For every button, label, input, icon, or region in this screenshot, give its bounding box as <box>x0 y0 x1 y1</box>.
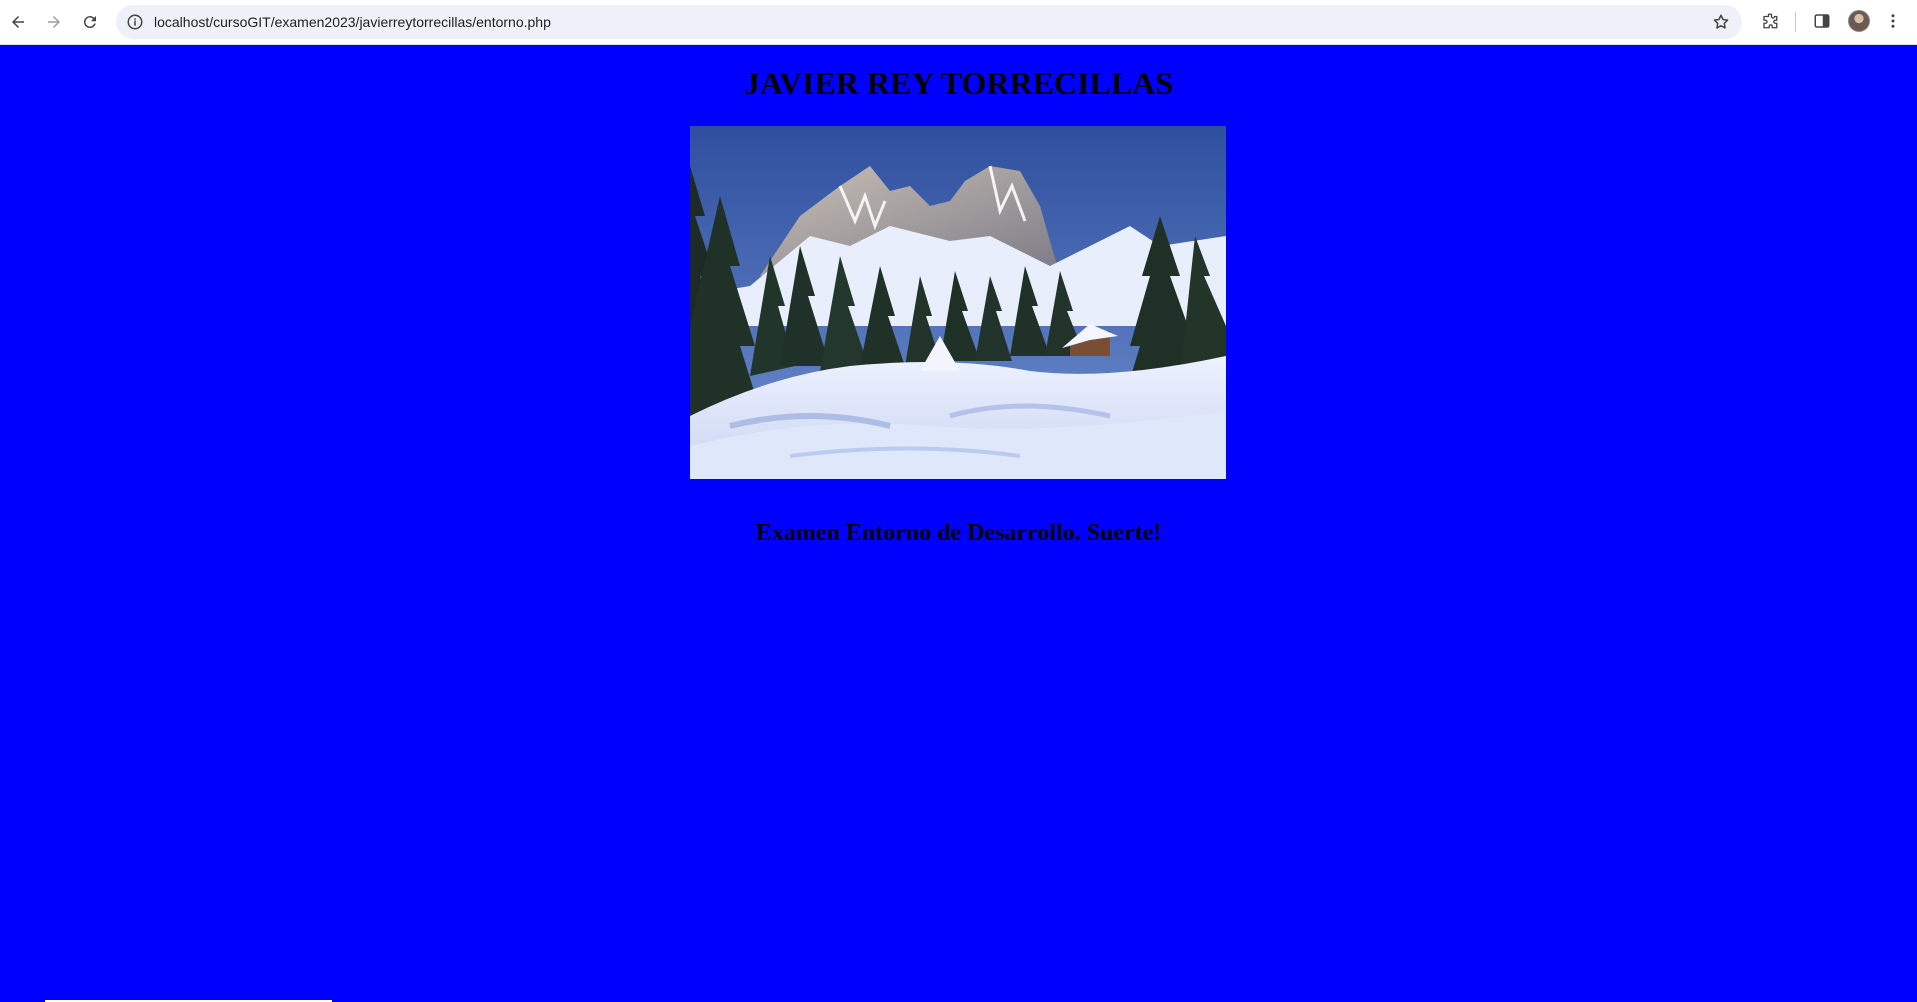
bookmark-star-icon[interactable] <box>1712 13 1730 31</box>
back-arrow-icon <box>12 16 24 28</box>
forward-arrow-icon <box>48 16 60 28</box>
toolbar-separator <box>1795 12 1796 32</box>
chrome-menu-button[interactable] <box>1882 10 1904 32</box>
extensions-icon <box>1763 13 1778 29</box>
reload-icon <box>83 16 96 29</box>
exam-message: Examen Entorno de Desarrollo. Suerte! <box>755 520 1162 546</box>
snowy-mountain-landscape-photo <box>690 126 1226 479</box>
profile-avatar[interactable] <box>1848 10 1870 32</box>
side-panel-button[interactable] <box>1811 10 1833 32</box>
site-info-icon[interactable] <box>126 13 144 31</box>
forward-button[interactable] <box>40 8 68 36</box>
address-bar[interactable]: localhost/cursoGIT/examen2023/javierreyt… <box>116 5 1742 39</box>
page-body: JAVIER REY TORRECILLAS Examen Entorno de… <box>0 45 1917 1001</box>
extensions-button[interactable] <box>1759 10 1781 32</box>
reload-button[interactable] <box>76 8 104 36</box>
kebab-menu-icon <box>1891 14 1895 28</box>
browser-toolbar: localhost/cursoGIT/examen2023/javierreyt… <box>0 0 1917 45</box>
back-button[interactable] <box>4 8 32 36</box>
side-panel-icon <box>1814 14 1830 28</box>
page-title: JAVIER REY TORRECILLAS <box>743 65 1174 101</box>
url-text[interactable]: localhost/cursoGIT/examen2023/javierreyt… <box>154 5 551 39</box>
